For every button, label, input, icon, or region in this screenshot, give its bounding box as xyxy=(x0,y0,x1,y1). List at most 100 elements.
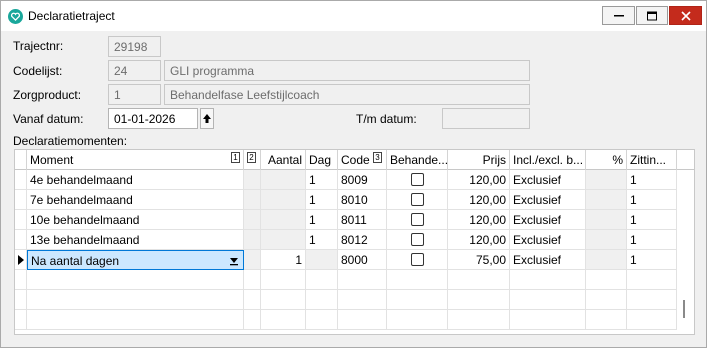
cell-c2[interactable] xyxy=(244,250,261,270)
cell-zitting[interactable]: 1 xyxy=(627,250,677,270)
cell-aantal[interactable] xyxy=(261,230,306,250)
cell-code[interactable]: 8011 xyxy=(338,210,387,230)
cell-dag[interactable] xyxy=(306,290,338,310)
cell-incl[interactable] xyxy=(510,290,586,310)
cell-checked[interactable] xyxy=(387,310,448,330)
header-aantal[interactable]: Aantal xyxy=(261,150,306,170)
cell-prijs[interactable] xyxy=(448,310,510,330)
zorgproduct-name-field[interactable]: Behandelfase Leefstijlcoach xyxy=(164,84,530,105)
table-row[interactable]: 7e behandelmaand 1 8010 120,00 Exclusief 1 xyxy=(15,190,694,210)
cell-checked[interactable] xyxy=(387,250,448,270)
cell-prijs[interactable]: 120,00 xyxy=(448,210,510,230)
behandel-checkbox[interactable] xyxy=(411,213,424,226)
cell-code[interactable]: 8010 xyxy=(338,190,387,210)
cell-zitting[interactable]: 1 xyxy=(627,170,677,190)
cell-incl[interactable] xyxy=(510,310,586,330)
cell-c2[interactable] xyxy=(244,290,261,310)
header-prijs[interactable]: Prijs xyxy=(448,150,510,170)
cell-pct[interactable] xyxy=(586,170,627,190)
cell-checked[interactable] xyxy=(387,210,448,230)
behandel-checkbox[interactable] xyxy=(411,173,424,186)
cell-dag[interactable]: 1 xyxy=(306,170,338,190)
vertical-scrollbar[interactable] xyxy=(683,300,685,318)
cell-checked[interactable] xyxy=(387,270,448,290)
cell-pct[interactable] xyxy=(586,270,627,290)
date-picker-arrow-icon[interactable] xyxy=(200,108,214,129)
cell-prijs[interactable]: 120,00 xyxy=(448,190,510,210)
codelijst-name-field[interactable]: GLI programma xyxy=(164,60,530,81)
cell-code[interactable]: 8000 xyxy=(338,250,387,270)
cell-moment[interactable]: Na aantal dagen xyxy=(27,250,244,270)
cell-zitting[interactable]: 1 xyxy=(627,210,677,230)
behandel-checkbox[interactable] xyxy=(411,193,424,206)
table-row[interactable]: 4e behandelmaand 1 8009 120,00 Exclusief 1 xyxy=(15,170,694,190)
cell-moment[interactable]: 4e behandelmaand xyxy=(27,170,244,190)
cell-incl[interactable]: Exclusief xyxy=(510,190,586,210)
behandel-checkbox[interactable] xyxy=(411,253,424,266)
cell-zitting[interactable] xyxy=(627,290,677,310)
cell-moment[interactable] xyxy=(27,270,244,290)
cell-moment[interactable] xyxy=(27,310,244,330)
cell-prijs[interactable] xyxy=(448,270,510,290)
header-zittingen[interactable]: Zittin... xyxy=(627,150,677,170)
cell-pct[interactable] xyxy=(586,190,627,210)
header-code[interactable]: Code 3 xyxy=(338,150,387,170)
trajectnr-field[interactable]: 29198 xyxy=(108,36,161,57)
cell-pct[interactable] xyxy=(586,250,627,270)
cell-aantal[interactable] xyxy=(261,210,306,230)
cell-incl[interactable]: Exclusief xyxy=(510,250,586,270)
cell-prijs[interactable]: 120,00 xyxy=(448,230,510,250)
behandel-checkbox[interactable] xyxy=(411,233,424,246)
cell-aantal[interactable] xyxy=(261,310,306,330)
cell-aantal[interactable] xyxy=(261,190,306,210)
tm-datum-input[interactable] xyxy=(442,108,530,129)
cell-code[interactable] xyxy=(338,310,387,330)
table-row[interactable] xyxy=(15,290,694,310)
zorgproduct-code-field[interactable]: 1 xyxy=(108,84,161,105)
cell-zitting[interactable]: 1 xyxy=(627,190,677,210)
cell-incl[interactable] xyxy=(510,270,586,290)
cell-dag[interactable]: 1 xyxy=(306,210,338,230)
cell-checked[interactable] xyxy=(387,290,448,310)
cell-prijs[interactable]: 120,00 xyxy=(448,170,510,190)
cell-dag[interactable]: 1 xyxy=(306,230,338,250)
table-row[interactable] xyxy=(15,310,694,330)
cell-pct[interactable] xyxy=(586,310,627,330)
cell-prijs[interactable]: 75,00 xyxy=(448,250,510,270)
cell-incl[interactable]: Exclusief xyxy=(510,210,586,230)
cell-c2[interactable] xyxy=(244,230,261,250)
table-row[interactable] xyxy=(15,270,694,290)
cell-aantal[interactable]: 1 xyxy=(261,250,306,270)
cell-moment[interactable]: 13e behandelmaand xyxy=(27,230,244,250)
cell-c2[interactable] xyxy=(244,190,261,210)
cell-code[interactable] xyxy=(338,290,387,310)
cell-aantal[interactable] xyxy=(261,290,306,310)
cell-c2[interactable] xyxy=(244,270,261,290)
cell-pct[interactable] xyxy=(586,230,627,250)
cell-moment[interactable] xyxy=(27,290,244,310)
table-row[interactable]: 13e behandelmaand 1 8012 120,00 Exclusief 1 xyxy=(15,230,694,250)
minimize-button[interactable] xyxy=(602,6,635,25)
title-bar[interactable]: Declaratietraject xyxy=(1,1,706,31)
header-moment[interactable]: Moment 1 xyxy=(27,150,244,170)
cell-zitting[interactable] xyxy=(627,310,677,330)
declaratiemomenten-grid[interactable]: Moment 1 2 Aantal Dag Code 3 Behande... … xyxy=(14,149,695,335)
cell-checked[interactable] xyxy=(387,230,448,250)
header-col2[interactable]: 2 xyxy=(244,150,261,170)
cell-c2[interactable] xyxy=(244,210,261,230)
cell-aantal[interactable] xyxy=(261,170,306,190)
cell-zitting[interactable] xyxy=(627,270,677,290)
cell-pct[interactable] xyxy=(586,290,627,310)
header-dag[interactable]: Dag xyxy=(306,150,338,170)
table-row[interactable]: 10e behandelmaand 1 8011 120,00 Exclusief 1 xyxy=(15,210,694,230)
cell-checked[interactable] xyxy=(387,190,448,210)
table-row[interactable]: Na aantal dagen 1 8000 75,00 Exclusief 1 xyxy=(15,250,694,270)
close-button[interactable] xyxy=(669,6,702,25)
cell-dag[interactable] xyxy=(306,310,338,330)
header-behandel[interactable]: Behande... xyxy=(387,150,448,170)
dropdown-arrow-icon[interactable] xyxy=(228,254,240,266)
cell-c2[interactable] xyxy=(244,170,261,190)
codelijst-code-field[interactable]: 24 xyxy=(108,60,161,81)
cell-incl[interactable]: Exclusief xyxy=(510,230,586,250)
cell-zitting[interactable]: 1 xyxy=(627,230,677,250)
